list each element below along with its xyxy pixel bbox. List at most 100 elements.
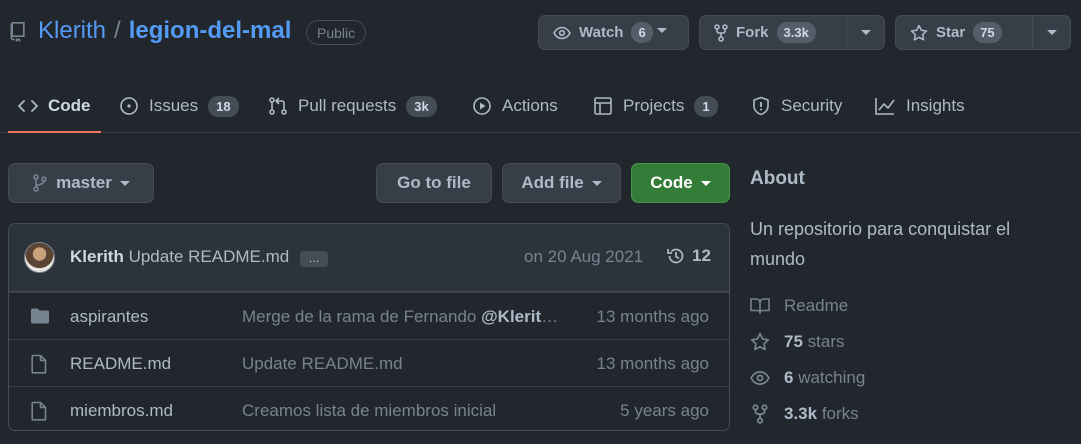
watch-button[interactable]: Watch 6 — [539, 16, 667, 49]
repo-nav-tabs: Code Issues 18 Pull requests 3k Actions … — [0, 80, 1081, 133]
stars-count: 75 — [784, 332, 803, 351]
file-icon — [30, 401, 48, 421]
avatar[interactable] — [24, 242, 55, 273]
branch-select-button[interactable]: master — [8, 163, 154, 203]
history-icon — [666, 246, 686, 266]
tab-issues-count: 18 — [208, 95, 239, 117]
tab-projects[interactable]: Projects 1 — [593, 80, 718, 132]
book-icon — [750, 297, 770, 315]
file-age: 13 months ago — [596, 307, 709, 326]
latest-commit-row: Klerith Update README.md … on 20 Aug 202… — [9, 224, 729, 292]
branch-name: master — [56, 173, 112, 192]
code-icon — [18, 99, 38, 113]
chevron-down-icon — [1046, 30, 1057, 35]
watch-dropdown-icon[interactable] — [657, 28, 667, 33]
star-button-group: Star 75 — [895, 15, 1071, 50]
chevron-down-icon — [860, 30, 871, 35]
file-name[interactable]: README.md — [70, 354, 171, 374]
forks-count: 3.3k — [784, 404, 818, 423]
watchers-link[interactable]: 6 watching — [750, 368, 865, 388]
watch-label: Watch — [579, 24, 624, 41]
code-button[interactable]: Code — [631, 163, 730, 203]
eye-icon — [553, 26, 571, 40]
folder-icon — [30, 307, 50, 325]
add-file-label: Add file — [521, 173, 584, 192]
tab-code-label: Code — [48, 96, 91, 115]
latest-commit-text: Klerith Update README.md — [70, 247, 289, 267]
tab-security[interactable]: Security — [751, 80, 842, 132]
tab-actions[interactable]: Actions — [472, 80, 558, 132]
commit-message[interactable]: Update README.md — [129, 247, 290, 266]
chevron-down-icon — [700, 180, 711, 186]
file-name[interactable]: aspirantes — [70, 307, 148, 327]
forks-link[interactable]: 3.3k forks — [750, 404, 859, 424]
repo-icon — [9, 22, 27, 42]
file-age: 5 years ago — [620, 401, 709, 420]
watching-label: watching — [798, 368, 866, 387]
file-name[interactable]: miembros.md — [70, 401, 173, 421]
chevron-down-icon — [119, 180, 130, 186]
visibility-badge: Public — [306, 20, 367, 45]
commit-mention[interactable]: @Klerith/... — [481, 307, 562, 326]
watching-count: 6 — [784, 368, 794, 387]
repo-name-link[interactable]: legion-del-mal — [129, 17, 292, 45]
tab-code[interactable]: Code — [8, 80, 100, 133]
commit-author[interactable]: Klerith — [70, 247, 124, 266]
play-icon — [472, 96, 492, 116]
tab-projects-label: Projects — [623, 96, 685, 115]
code-button-label: Code — [650, 173, 693, 192]
tab-insights-label: Insights — [906, 96, 965, 115]
tab-security-label: Security — [781, 96, 843, 115]
star-dropdown-button[interactable] — [1032, 16, 1070, 49]
file-commit-message[interactable]: Update README.md — [242, 354, 562, 374]
table-row: README.md Update README.md 13 months ago — [9, 339, 729, 386]
fork-button[interactable]: Fork 3.3k — [700, 16, 846, 49]
about-heading: About — [750, 168, 805, 189]
file-commit-message-text: Merge de la rama de Fernando — [242, 307, 482, 326]
file-commit-message[interactable]: Creamos lista de miembros inicial — [242, 401, 562, 421]
commit-history-link[interactable]: 12 — [666, 246, 711, 266]
star-icon — [910, 24, 928, 42]
file-icon — [30, 354, 48, 374]
fork-count: 3.3k — [776, 22, 816, 43]
star-count: 75 — [973, 22, 1002, 43]
chevron-down-icon — [591, 180, 602, 186]
branch-icon — [32, 174, 48, 192]
fork-dropdown-button[interactable] — [846, 16, 884, 49]
tab-issues[interactable]: Issues 18 — [119, 80, 239, 132]
commit-date: on 20 Aug 2021 — [524, 247, 644, 266]
go-to-file-button[interactable]: Go to file — [376, 163, 492, 203]
tab-projects-count: 1 — [694, 95, 718, 117]
stars-label: stars — [807, 332, 845, 351]
tab-actions-label: Actions — [502, 96, 558, 115]
fork-icon — [714, 23, 728, 42]
repo-owner-link[interactable]: Klerith — [38, 17, 106, 45]
about-description: Un repositorio para conquistar el mundo — [750, 219, 1011, 269]
repo-path-separator: / — [114, 17, 121, 44]
tab-pull-requests-label: Pull requests — [298, 96, 397, 115]
tab-insights[interactable]: Insights — [874, 80, 965, 132]
star-icon — [750, 332, 770, 352]
forks-label: forks — [821, 404, 859, 423]
pull-request-icon — [268, 96, 288, 116]
project-table-icon — [593, 96, 613, 116]
stars-link[interactable]: 75 stars — [750, 332, 845, 352]
file-list: Klerith Update README.md … on 20 Aug 202… — [8, 223, 730, 431]
readme-link[interactable]: Readme — [750, 296, 848, 316]
repo-title: Klerith / legion-del-mal — [38, 17, 291, 45]
commit-expand-button[interactable]: … — [300, 251, 328, 267]
issue-icon — [119, 96, 139, 116]
tab-pull-requests-count: 3k — [406, 95, 437, 117]
file-commit-message[interactable]: Merge de la rama de Fernando @Klerith/..… — [242, 307, 562, 327]
table-row: aspirantes Merge de la rama de Fernando … — [9, 292, 729, 339]
shield-icon — [751, 96, 771, 116]
file-age: 13 months ago — [596, 354, 709, 373]
star-button[interactable]: Star 75 — [896, 16, 1032, 49]
commit-count: 12 — [692, 246, 711, 265]
tab-issues-label: Issues — [149, 96, 199, 115]
star-label: Star — [936, 24, 966, 41]
readme-label: Readme — [784, 296, 849, 315]
tab-pull-requests[interactable]: Pull requests 3k — [268, 80, 437, 132]
graph-icon — [874, 96, 896, 116]
add-file-button[interactable]: Add file — [502, 163, 621, 203]
